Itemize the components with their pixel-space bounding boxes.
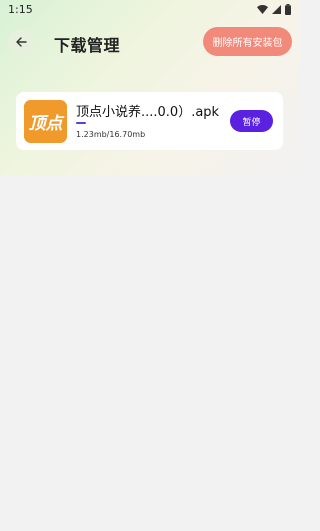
download-size: 1.23mb/16.70mb	[76, 130, 146, 139]
wifi-icon	[257, 4, 268, 14]
battery-icon	[285, 3, 291, 15]
download-progress-fill	[76, 122, 87, 124]
download-file-name: 顶点小说养....0.0）.apk	[76, 105, 220, 120]
status-bar: 1:15	[0, 0, 300, 18]
delete-all-packages-button[interactable]: 删除所有安装包	[203, 27, 292, 56]
signal-icon	[272, 4, 281, 14]
status-time: 1:15	[8, 2, 33, 16]
pause-button[interactable]: 暂停	[230, 110, 273, 132]
app-icon: 顶点	[24, 100, 67, 143]
header: 下载管理 删除所有安装包	[0, 24, 300, 60]
download-item: 顶点 顶点小说养....0.0）.apk 1.23mb/16.70mb 暂停	[16, 92, 283, 150]
status-icons	[257, 3, 291, 15]
page-title: 下载管理	[54, 36, 121, 55]
app-icon-text: 顶点	[29, 114, 66, 134]
back-button[interactable]	[8, 29, 34, 55]
download-progress	[76, 122, 216, 124]
back-arrow-icon	[15, 33, 27, 52]
